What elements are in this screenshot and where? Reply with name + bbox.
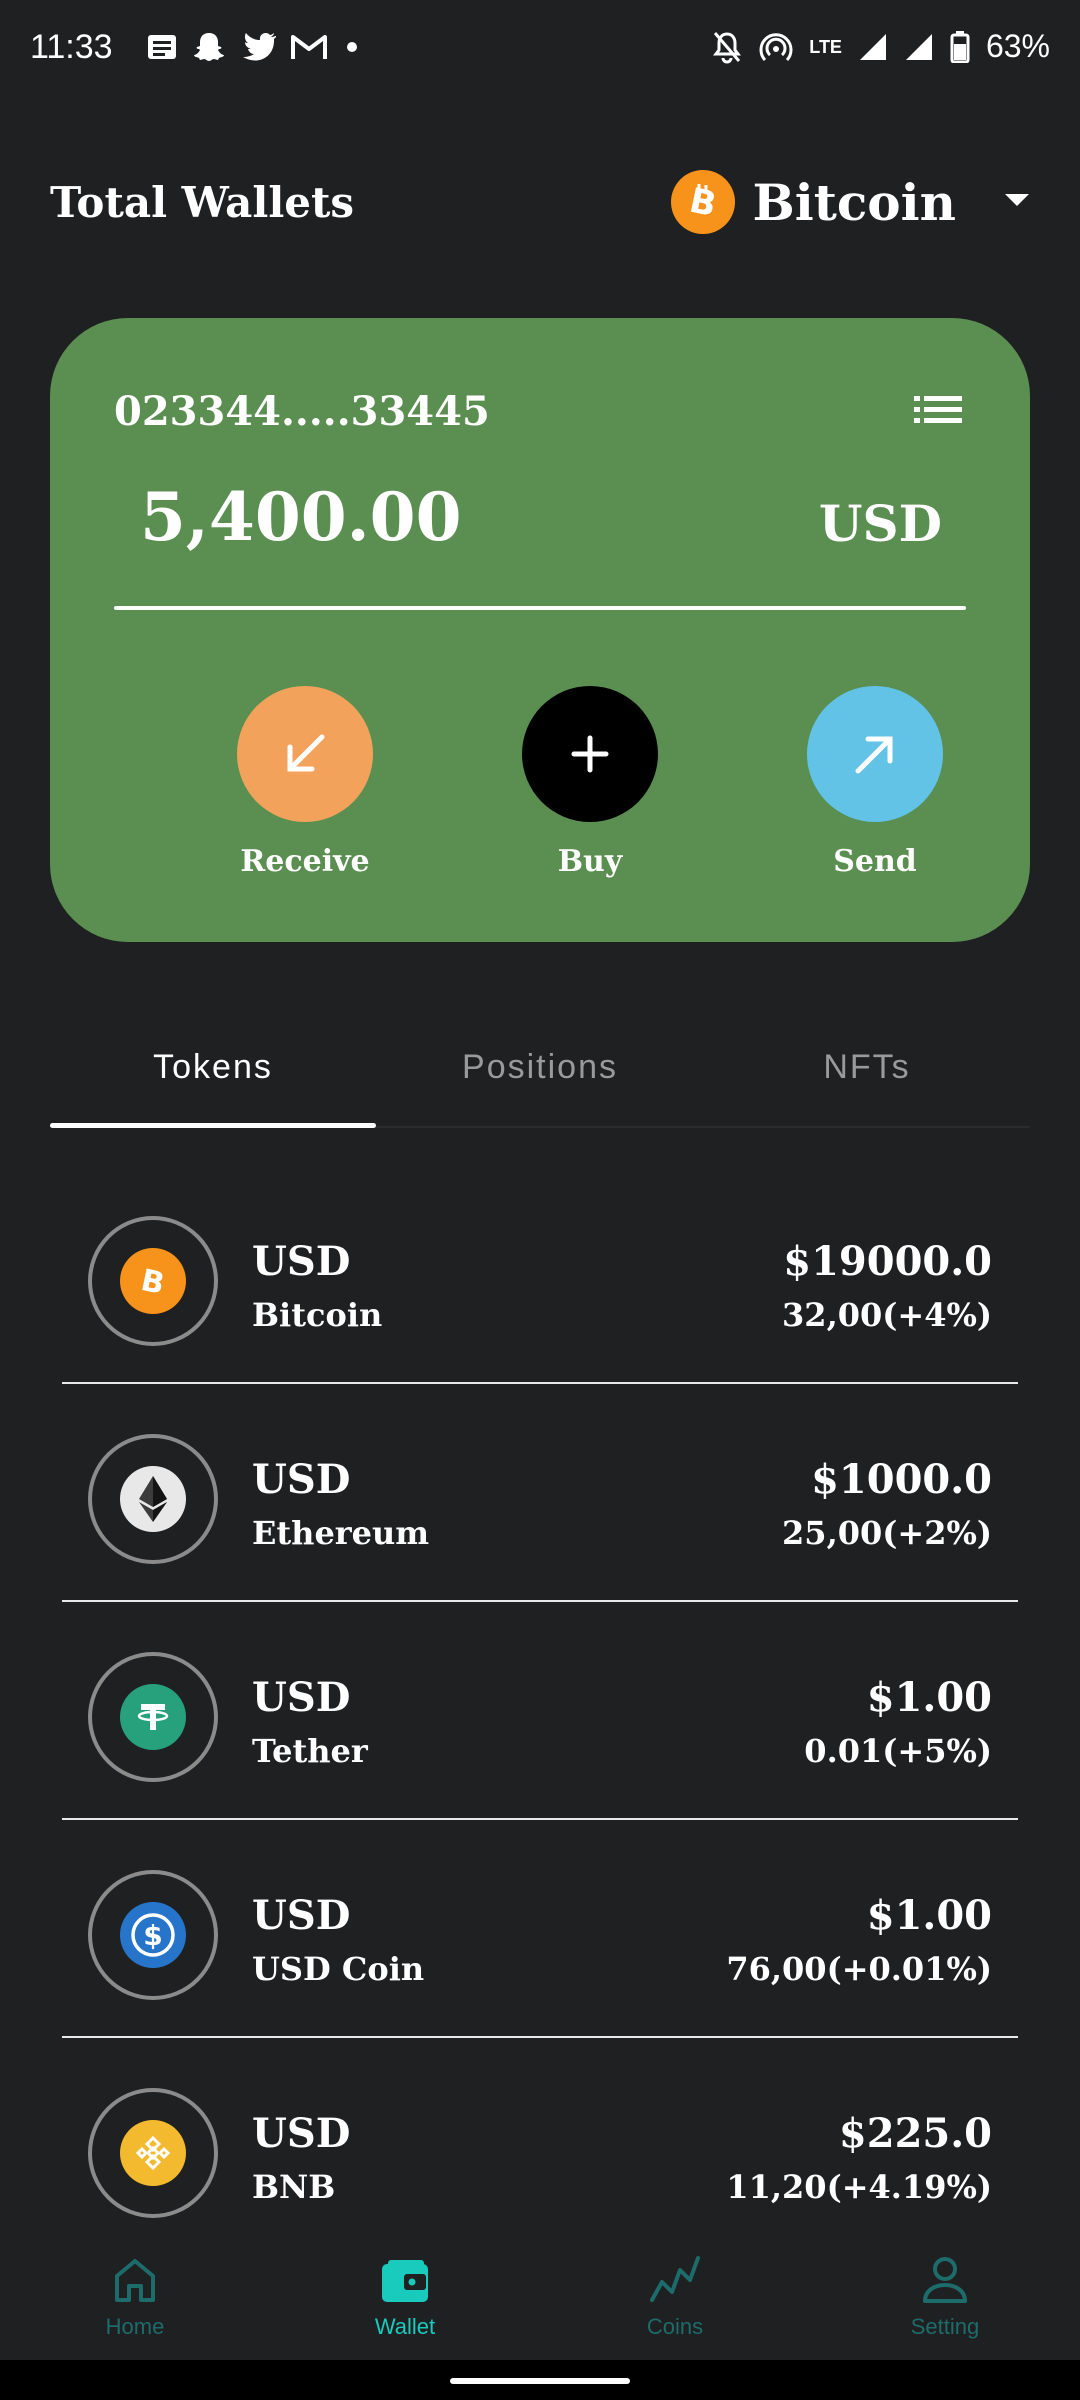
token-currency: USD — [252, 1674, 351, 1721]
nav-wallet[interactable]: Wallet — [270, 2244, 540, 2340]
selected-coin-label: Bitcoin — [752, 172, 957, 232]
bitcoin-icon: B — [670, 170, 735, 234]
buy-button[interactable]: Buy — [490, 686, 690, 879]
wallet-currency: USD — [818, 494, 942, 553]
token-row-usd-coin[interactable]: $ USD USD Coin $1.00 76,00(+0.01%) — [62, 1820, 1018, 2038]
token-name: Tether — [252, 1732, 368, 1770]
token-currency: USD — [252, 2110, 351, 2157]
gmail-icon — [290, 32, 328, 62]
nav-setting[interactable]: Setting — [810, 2244, 1080, 2340]
status-bar: 11:33 LTE 63% — [0, 0, 1080, 100]
tab-tokens[interactable]: Tokens — [50, 1048, 376, 1087]
token-currency: USD — [252, 1456, 351, 1503]
network-type: LTE — [809, 36, 842, 57]
ethereum-icon — [120, 1466, 186, 1532]
page-title: Total Wallets — [50, 178, 355, 227]
nav-wallet-label: Wallet — [374, 2314, 436, 2339]
token-change: 11,20(+4.19%) — [726, 2168, 992, 2206]
token-currency: USD — [252, 1892, 351, 1939]
token-currency: USD — [252, 1238, 351, 1285]
token-row-bitcoin[interactable]: B USD Bitcoin $19000.0 32,00(+4%) — [62, 1166, 1018, 1384]
tab-positions[interactable]: Positions — [377, 1048, 703, 1087]
bnb-icon — [120, 2120, 186, 2186]
signal-icon — [904, 32, 934, 62]
message-icon — [146, 32, 178, 62]
active-tab-indicator — [50, 1123, 376, 1128]
signal-icon — [858, 32, 888, 62]
token-logo: B — [88, 1216, 218, 1346]
svg-text:$: $ — [143, 1919, 162, 1952]
list-menu-icon[interactable] — [914, 396, 962, 428]
notification-icons — [146, 30, 362, 64]
chevron-down-icon — [1004, 192, 1030, 212]
nav-home[interactable]: Home — [0, 2244, 270, 2340]
token-change: 25,00(+2%) — [782, 1514, 992, 1552]
token-list: B USD Bitcoin $19000.0 32,00(+4%) USD Et… — [62, 1166, 1018, 2254]
token-change: 32,00(+4%) — [782, 1296, 992, 1334]
dot-icon — [342, 37, 362, 57]
token-name: BNB — [252, 2168, 336, 2206]
status-time: 11:33 — [30, 28, 113, 66]
user-icon — [810, 2244, 1080, 2304]
token-price: $19000.0 — [783, 1238, 992, 1285]
system-status: LTE 63% — [711, 28, 1050, 65]
token-price: $225.0 — [838, 2110, 992, 2157]
arrow-down-left-icon — [237, 686, 373, 822]
card-divider — [114, 606, 966, 610]
token-row-ethereum[interactable]: USD Ethereum $1000.0 25,00(+2%) — [62, 1384, 1018, 1602]
token-logo — [88, 1434, 218, 1564]
snapchat-icon — [192, 30, 226, 64]
bell-off-icon — [711, 30, 743, 64]
header: Total Wallets B Bitcoin — [50, 170, 1030, 240]
asset-tabs: Tokens Positions NFTs — [50, 1030, 1030, 1128]
wallet-card: 023344.....33445 5,400.00 USD Receive Bu… — [50, 318, 1030, 942]
arrow-up-right-icon — [807, 686, 943, 822]
battery-percent: 63% — [985, 28, 1050, 64]
nav-coins[interactable]: Coins — [540, 2244, 810, 2340]
twitter-icon — [240, 32, 276, 62]
token-name: Ethereum — [252, 1514, 430, 1552]
token-row-bnb[interactable]: USD BNB $225.0 11,20(+4.19%) — [62, 2038, 1018, 2254]
lte-icon: LTE — [809, 38, 842, 56]
battery-icon — [950, 30, 970, 63]
token-price: $1.00 — [866, 1674, 992, 1721]
tether-icon — [120, 1684, 186, 1750]
receive-label: Receive — [240, 844, 370, 879]
gesture-bar — [0, 2360, 1080, 2400]
nav-coins-label: Coins — [646, 2314, 704, 2339]
token-logo — [88, 2088, 218, 2218]
bitcoin-icon: B — [120, 1248, 186, 1314]
usd-coin-icon: $ — [120, 1902, 186, 1968]
home-icon — [0, 2244, 270, 2304]
coin-selector[interactable]: B Bitcoin — [670, 170, 1031, 234]
chart-icon — [540, 2244, 810, 2304]
svg-text:B: B — [685, 181, 719, 224]
token-name: USD Coin — [252, 1950, 425, 1988]
nav-home-label: Home — [105, 2314, 165, 2339]
tab-nfts[interactable]: NFTs — [704, 1048, 1030, 1087]
home-gesture-handle[interactable] — [450, 2378, 630, 2384]
nav-setting-label: Setting — [910, 2314, 980, 2339]
send-label: Send — [833, 844, 917, 879]
wallet-balance: 5,400.00 — [140, 478, 462, 556]
token-change: 0.01(+5%) — [804, 1732, 992, 1770]
token-price: $1.00 — [866, 1892, 992, 1939]
send-button[interactable]: Send — [775, 686, 975, 879]
token-row-tether[interactable]: USD Tether $1.00 0.01(+5%) — [62, 1602, 1018, 1820]
wallet-address: 023344.....33445 — [114, 388, 490, 435]
token-name: Bitcoin — [252, 1296, 383, 1334]
token-price: $1000.0 — [811, 1456, 992, 1503]
hotspot-icon — [759, 30, 793, 64]
token-change: 76,00(+0.01%) — [726, 1950, 992, 1988]
buy-label: Buy — [557, 844, 623, 879]
wallet-icon — [270, 2244, 540, 2304]
bottom-navigation: Home Wallet Coins Setting — [0, 2224, 1080, 2360]
svg-text:B: B — [138, 1263, 168, 1301]
receive-button[interactable]: Receive — [205, 686, 405, 879]
token-logo: $ — [88, 1870, 218, 2000]
token-logo — [88, 1652, 218, 1782]
plus-icon — [522, 686, 658, 822]
